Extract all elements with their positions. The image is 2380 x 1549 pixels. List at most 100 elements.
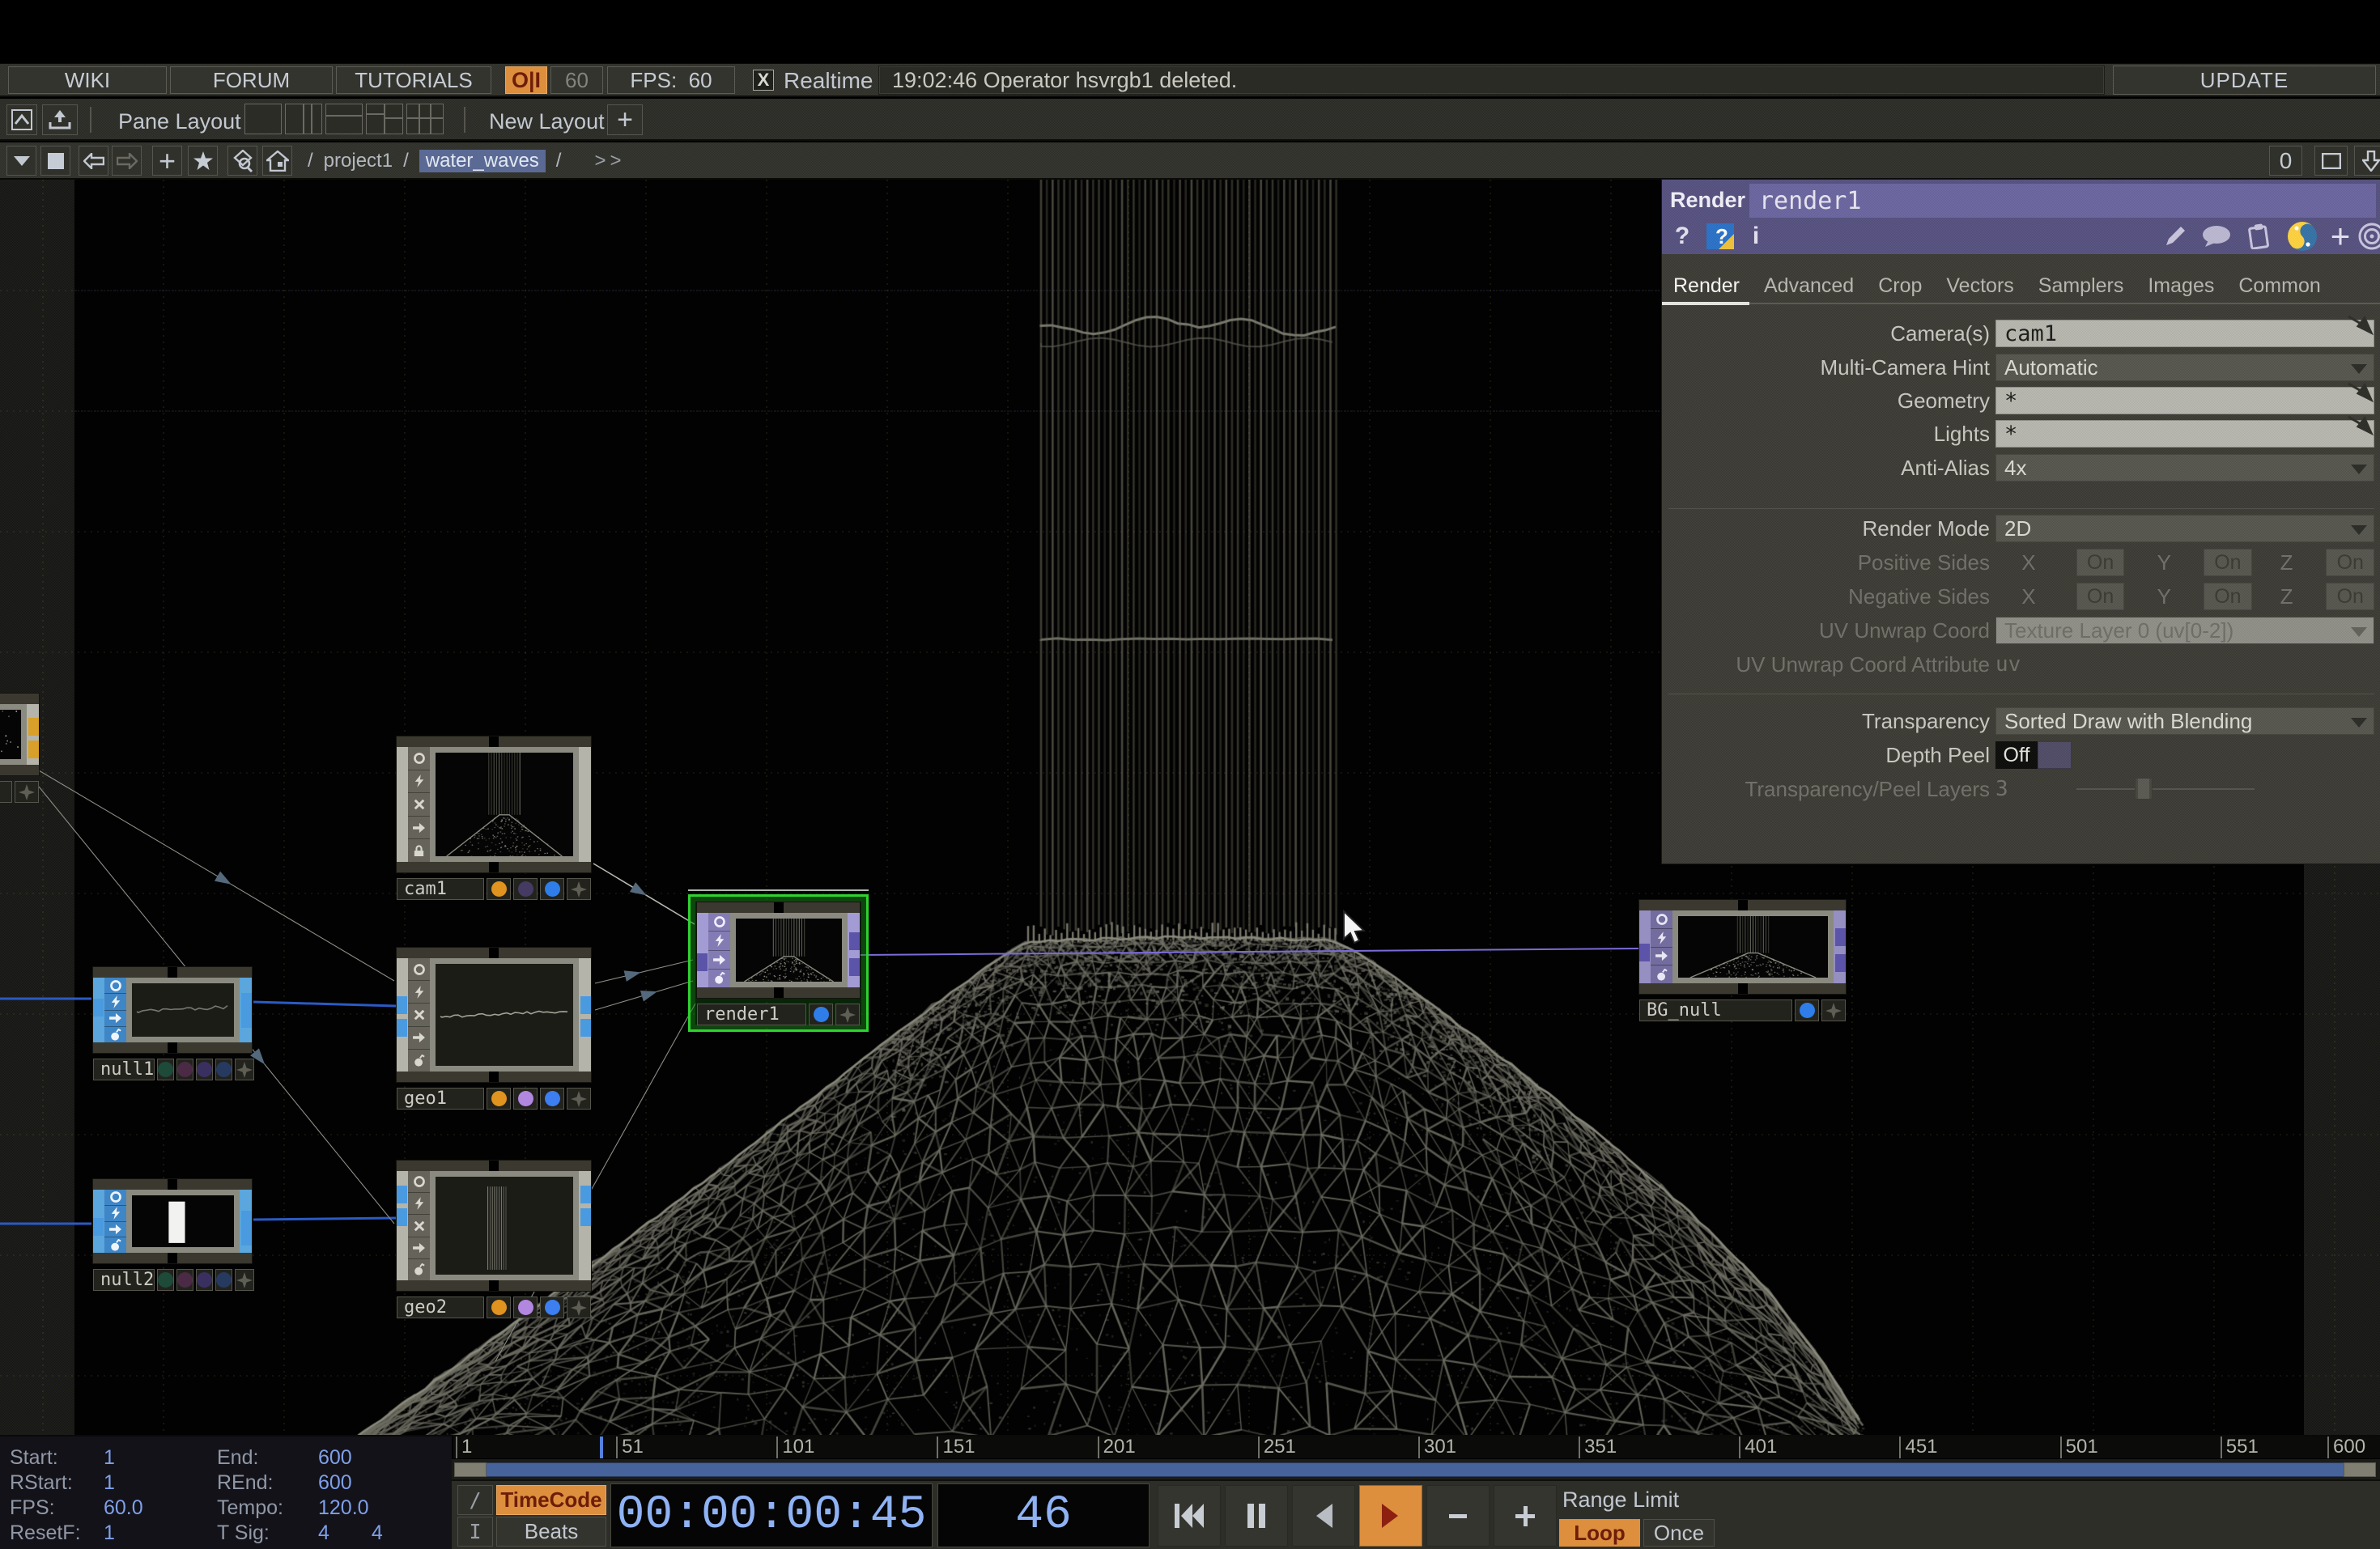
new-layout-add-button[interactable]: +: [607, 104, 643, 135]
play-button[interactable]: [1359, 1485, 1422, 1547]
range-bar-fill[interactable]: [454, 1462, 2376, 1477]
node-color-flag[interactable]: [513, 1296, 538, 1318]
dropdown-icon[interactable]: [6, 146, 36, 176]
target-rings-icon[interactable]: [2354, 222, 2380, 251]
node-output-connector[interactable]: [580, 1019, 591, 1037]
clipboard-icon[interactable]: [2242, 222, 2276, 251]
node-name-label[interactable]: geo1: [397, 1088, 484, 1110]
node-input-connector[interactable]: [397, 1208, 407, 1226]
node-input-connector[interactable]: [1639, 944, 1650, 961]
python-icon[interactable]: [2284, 222, 2320, 251]
tab-vectors[interactable]: Vectors: [1936, 269, 2023, 303]
node-name-label[interactable]: null1: [93, 1059, 155, 1080]
node-flag-target-icon[interactable]: [104, 978, 126, 994]
star-icon[interactable]: [188, 146, 218, 176]
node-output-connector[interactable]: [1835, 928, 1846, 946]
node-input-connector[interactable]: [93, 999, 104, 1016]
node-null1[interactable]: null1: [93, 967, 252, 1080]
node-flag-arrow-icon[interactable]: [408, 1027, 430, 1050]
jump-to-start-button[interactable]: [1158, 1485, 1221, 1547]
node-wave1[interactable]: wave1: [0, 694, 39, 803]
stop-icon[interactable]: [40, 146, 70, 176]
layout-two-rows-button[interactable]: [325, 104, 363, 134]
node-color-flag[interactable]: [196, 1269, 213, 1291]
node-viewer[interactable]: [730, 913, 848, 987]
node-geo2[interactable]: geo2: [397, 1161, 591, 1318]
timeline-range-bar[interactable]: [452, 1458, 2380, 1479]
path-project1[interactable]: project1: [324, 150, 393, 172]
range-start-handle[interactable]: [454, 1462, 487, 1477]
node-flag-star[interactable]: [235, 1059, 254, 1080]
node-output-connector[interactable]: [580, 1186, 591, 1203]
node-input-connector[interactable]: [93, 1218, 104, 1236]
node-color-flag[interactable]: [513, 878, 538, 900]
param-value-field[interactable]: *: [1995, 387, 2374, 414]
forward-icon[interactable]: [112, 146, 142, 176]
node-output-connector[interactable]: [241, 1228, 252, 1246]
realtime-checkbox[interactable]: X: [753, 70, 774, 91]
node-flag-bomb-icon[interactable]: [708, 970, 730, 987]
node-name-label[interactable]: render1: [697, 1004, 806, 1025]
node-flag-bolt-icon[interactable]: [408, 1193, 430, 1215]
node-input-connector[interactable]: [397, 1186, 407, 1203]
node-output-connector[interactable]: [580, 996, 591, 1014]
node-output-connector[interactable]: [28, 718, 39, 736]
node-flag-target-icon[interactable]: [1651, 910, 1672, 929]
node-flag-bomb-icon[interactable]: [408, 1050, 430, 1072]
node-flag-arrow-icon[interactable]: [1651, 948, 1672, 966]
collapse-pane-icon[interactable]: [2354, 146, 2380, 176]
node-flag-star[interactable]: [835, 1004, 860, 1025]
node-color-flag[interactable]: [809, 1004, 833, 1025]
slider-track[interactable]: [2076, 788, 2255, 790]
node-color-flag[interactable]: [540, 878, 564, 900]
node-flag-arrow-icon[interactable]: [408, 1237, 430, 1259]
language-help-icon[interactable]: ?: [1704, 222, 1736, 251]
home-icon[interactable]: [262, 146, 292, 176]
node-body[interactable]: [1639, 900, 1846, 994]
node-flag-bolt-icon[interactable]: [104, 1206, 126, 1222]
node-name-label[interactable]: cam1: [397, 878, 484, 900]
param-dropdown[interactable]: Sorted Draw with Blending: [1995, 707, 2374, 735]
node-flag-x-icon[interactable]: [408, 1004, 430, 1026]
comment-icon[interactable]: [2199, 222, 2234, 251]
bookmark-icon[interactable]: [6, 104, 37, 135]
forum-button[interactable]: FORUM: [170, 66, 333, 94]
layout-single-button[interactable]: [244, 104, 282, 134]
search-icon[interactable]: [227, 146, 257, 176]
node-output-connector[interactable]: [849, 958, 860, 976]
node-null2[interactable]: null2: [93, 1179, 252, 1291]
node-input-connector[interactable]: [397, 996, 407, 1014]
slash-mode-button[interactable]: /: [457, 1485, 493, 1515]
node-color-flag[interactable]: [1795, 999, 1819, 1021]
back-icon[interactable]: [79, 146, 108, 176]
beats-mode-button[interactable]: Beats: [496, 1517, 606, 1547]
z-on-button[interactable]: On: [2326, 583, 2374, 610]
save-layout-icon[interactable]: [42, 104, 78, 135]
node-viewer[interactable]: [430, 1171, 579, 1280]
tab-advanced[interactable]: Advanced: [1754, 269, 1864, 303]
node-color-flag[interactable]: [157, 1059, 174, 1080]
node-flag-bolt-icon[interactable]: [408, 770, 430, 794]
node-color-flag[interactable]: [540, 1088, 564, 1110]
node-color-flag[interactable]: [157, 1269, 174, 1291]
node-flag-target-icon[interactable]: [708, 913, 730, 932]
maximize-pane-icon[interactable]: [2314, 146, 2348, 176]
node-output-connector[interactable]: [1835, 954, 1846, 972]
node-flag-bomb-icon[interactable]: [104, 1027, 126, 1042]
param-export-arrow-icon[interactable]: [2347, 382, 2379, 406]
node-flag-arrow-icon[interactable]: [104, 1011, 126, 1027]
node-name-label[interactable]: null2: [93, 1269, 155, 1291]
wiki-button[interactable]: WIKI: [8, 66, 167, 94]
path-current-comp[interactable]: water_waves: [419, 150, 546, 172]
node-output-connector[interactable]: [28, 741, 39, 758]
node-color-flag[interactable]: [487, 1088, 511, 1110]
node-flag-x-icon[interactable]: [408, 1215, 430, 1237]
node-color-flag[interactable]: [487, 1296, 511, 1318]
node-flag-bomb-icon[interactable]: [408, 1259, 430, 1280]
node-color-flag[interactable]: [176, 1059, 193, 1080]
fps-display[interactable]: FPS: 60: [607, 66, 735, 94]
play-reverse-button[interactable]: [1292, 1485, 1355, 1547]
node-name-label[interactable]: BG_null: [1639, 999, 1792, 1021]
pause-button[interactable]: [1225, 1485, 1288, 1547]
node-flag-target-icon[interactable]: [408, 958, 430, 981]
